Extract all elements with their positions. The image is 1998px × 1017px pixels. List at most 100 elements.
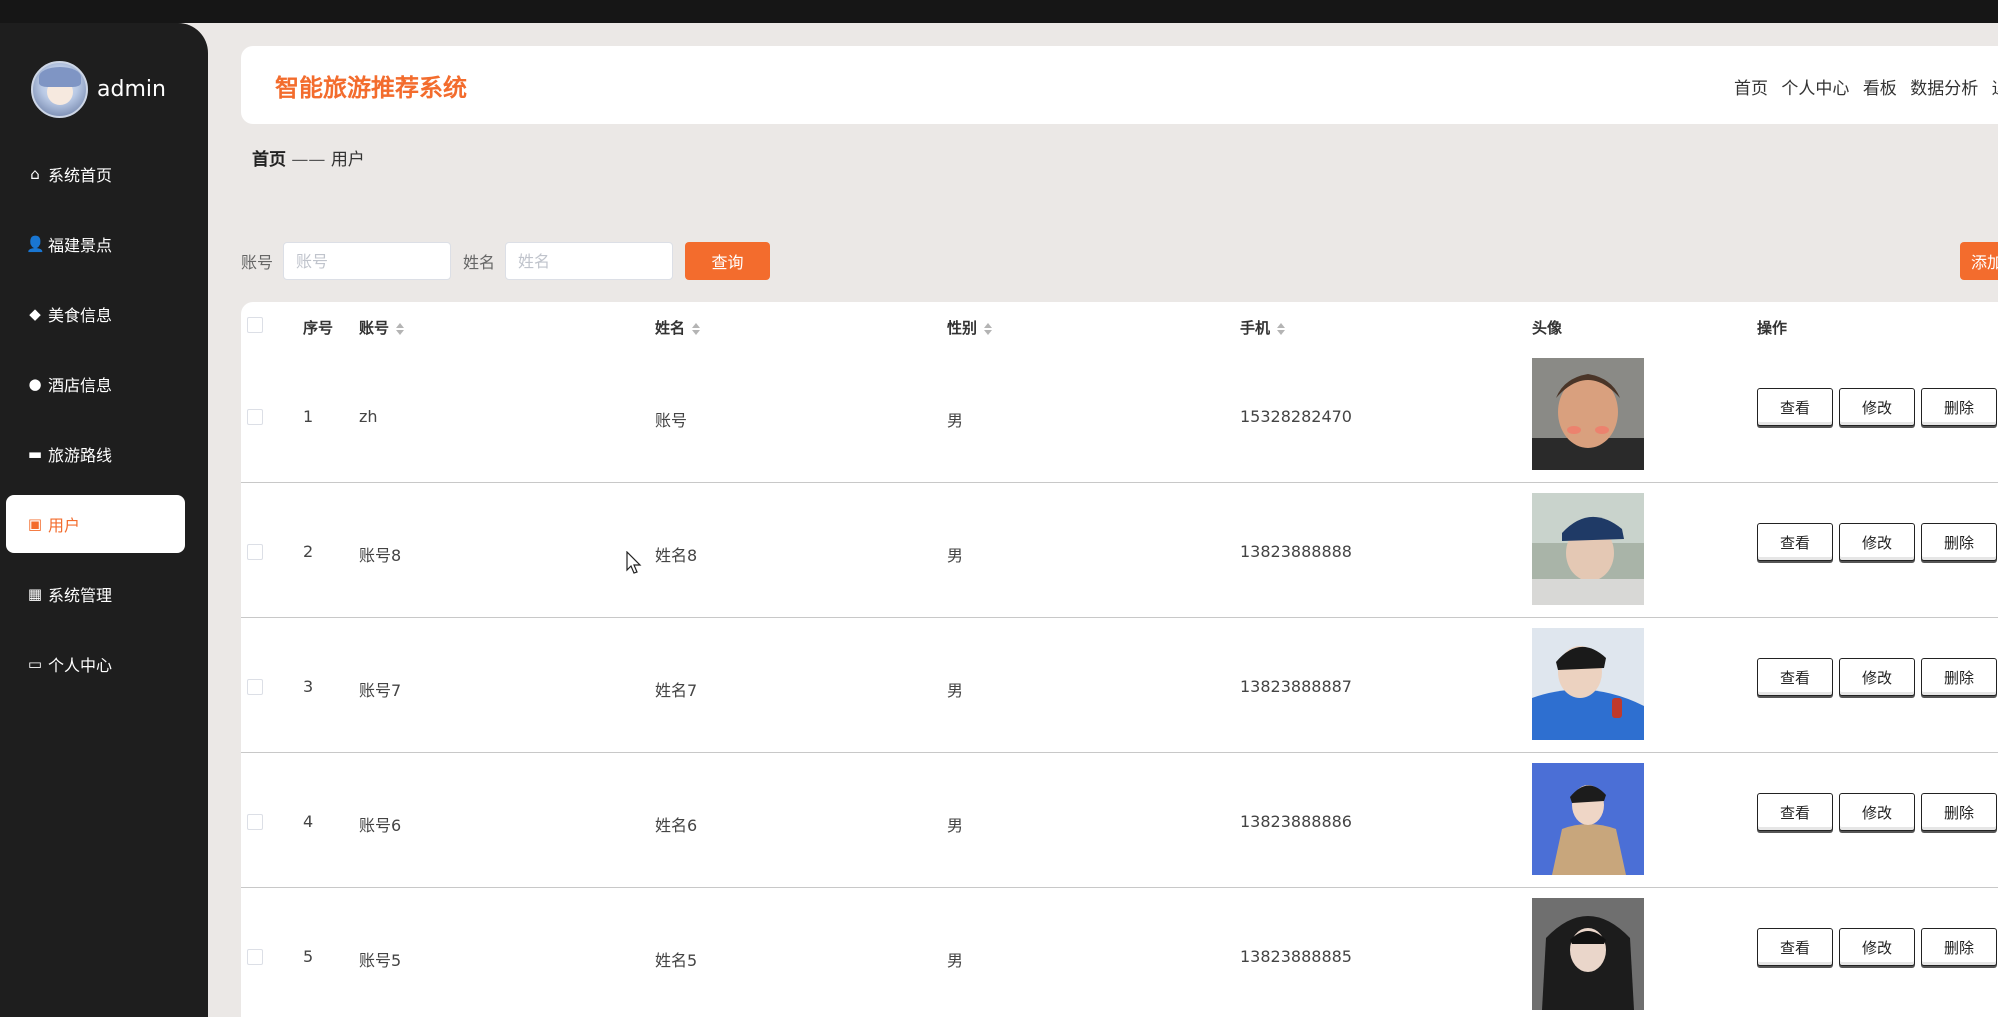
view-button[interactable]: 查看 <box>1757 388 1833 426</box>
sidebar-item-users[interactable]: ▣ 用户 <box>6 495 185 553</box>
sort-icon[interactable] <box>396 322 405 335</box>
username: admin <box>97 77 166 102</box>
top-header: 智能旅游推荐系统 首页 个人中心 看板 数据分析 退 <box>241 46 1998 124</box>
edit-button[interactable]: 修改 <box>1839 658 1915 696</box>
delete-button[interactable]: 删除 <box>1921 928 1997 966</box>
cell-phone: 15328282470 <box>1240 407 1352 426</box>
avatar[interactable] <box>31 61 88 118</box>
col-ops: 操作 <box>1757 319 1788 337</box>
breadcrumb-current: 用户 <box>330 150 365 170</box>
topnav-home[interactable]: 首页 <box>1734 79 1768 99</box>
sort-icon[interactable] <box>692 322 701 335</box>
topnav-logout[interactable]: 退 <box>1992 79 1998 99</box>
sidebar-menu: ⌂ 系统首页 👤 福建景点 ◆ 美食信息 ● 酒店信息 ▬ 旅游路线 ▣ 用户 … <box>0 145 208 705</box>
row-checkbox[interactable] <box>247 544 263 560</box>
row-checkbox[interactable] <box>247 679 263 695</box>
cell-gender: 男 <box>947 411 964 430</box>
name-search-input[interactable] <box>505 242 674 280</box>
user-table: 序号 账号 姓名 性别 手机 头像 操作 1 zh 账号 男 153282824… <box>241 302 1998 1017</box>
edit-button[interactable]: 修改 <box>1839 523 1915 561</box>
sort-icon[interactable] <box>984 322 993 335</box>
sidebar-item-attractions[interactable]: 👤 福建景点 <box>6 215 185 273</box>
col-avatar: 头像 <box>1532 319 1563 337</box>
delete-button[interactable]: 删除 <box>1921 793 1997 831</box>
account-label: 账号 <box>241 253 274 272</box>
breadcrumb-separator: —— <box>291 150 326 170</box>
cell-phone: 13823888886 <box>1240 812 1352 831</box>
col-name[interactable]: 姓名 <box>655 317 701 338</box>
sidebar-item-system[interactable]: ▦ 系统管理 <box>6 565 185 623</box>
table-row: 1 zh 账号 男 15328282470 查看 修改 删除 <box>241 348 1998 483</box>
user-avatar-photo[interactable] <box>1532 763 1644 875</box>
name-label: 姓名 <box>463 253 496 272</box>
cell-account: 账号5 <box>359 951 402 970</box>
sidebar-item-label: 福建景点 <box>48 236 113 255</box>
sort-icon[interactable] <box>1277 322 1286 335</box>
cell-account: 账号7 <box>359 681 402 700</box>
table-row: 5 账号5 姓名5 男 13823888885 查看 修改 删除 <box>241 888 1998 1017</box>
sidebar-item-label: 酒店信息 <box>48 376 113 395</box>
sidebar-item-routes[interactable]: ▬ 旅游路线 <box>6 425 185 483</box>
delete-button[interactable]: 删除 <box>1921 658 1997 696</box>
user-avatar-photo[interactable] <box>1532 628 1644 740</box>
view-button[interactable]: 查看 <box>1757 793 1833 831</box>
edit-button[interactable]: 修改 <box>1839 793 1915 831</box>
col-gender[interactable]: 性别 <box>947 317 993 338</box>
user-avatar-photo[interactable] <box>1532 493 1644 605</box>
sidebar-item-profile[interactable]: ▭ 个人中心 <box>6 635 185 693</box>
cell-index: 3 <box>303 677 314 696</box>
col-account-label: 账号 <box>359 319 390 337</box>
user-avatar-photo[interactable] <box>1532 358 1644 470</box>
cell-account: zh <box>359 407 378 426</box>
app-title: 智能旅游推荐系统 <box>275 74 467 102</box>
query-button[interactable]: 查询 <box>685 242 771 280</box>
cell-index: 5 <box>303 947 314 966</box>
sidebar-item-home[interactable]: ⌂ 系统首页 <box>6 145 185 203</box>
breadcrumb: 首页 —— 用户 <box>252 145 365 170</box>
edit-button[interactable]: 修改 <box>1839 388 1915 426</box>
cell-phone: 13823888885 <box>1240 947 1352 966</box>
row-checkbox[interactable] <box>247 814 263 830</box>
row-actions: 查看 修改 删除 <box>1757 928 1998 966</box>
cell-gender: 男 <box>947 681 964 700</box>
user-avatar-photo[interactable] <box>1532 898 1644 1010</box>
home-icon: ⌂ <box>30 165 40 183</box>
view-button[interactable]: 查看 <box>1757 523 1833 561</box>
cell-gender: 男 <box>947 951 964 970</box>
breadcrumb-home[interactable]: 首页 <box>252 150 286 170</box>
row-checkbox[interactable] <box>247 949 263 965</box>
cell-name: 姓名6 <box>655 816 698 835</box>
sidebar-item-label: 个人中心 <box>48 656 113 675</box>
row-actions: 查看 修改 删除 <box>1757 388 1998 426</box>
chart-icon: ▣ <box>27 515 43 533</box>
col-index: 序号 <box>303 319 334 337</box>
cell-gender: 男 <box>947 546 964 565</box>
delete-button[interactable]: 删除 <box>1921 523 1997 561</box>
edit-button[interactable]: 修改 <box>1839 928 1915 966</box>
col-account[interactable]: 账号 <box>359 317 405 338</box>
calendar-icon: ▭ <box>27 655 43 673</box>
topnav-analytics[interactable]: 数据分析 <box>1910 79 1978 99</box>
select-all-checkbox[interactable] <box>247 317 263 333</box>
table-row: 3 账号7 姓名7 男 13823888887 查看 修改 删除 <box>241 618 1998 753</box>
sidebar-item-hotels[interactable]: ● 酒店信息 <box>6 355 185 413</box>
sidebar-item-label: 旅游路线 <box>48 446 113 465</box>
row-actions: 查看 修改 删除 <box>1757 793 1998 831</box>
topnav-profile[interactable]: 个人中心 <box>1781 79 1849 99</box>
col-phone[interactable]: 手机 <box>1240 317 1286 338</box>
row-checkbox[interactable] <box>247 409 263 425</box>
sidebar-item-food[interactable]: ◆ 美食信息 <box>6 285 185 343</box>
add-button[interactable]: 添加 <box>1960 242 1998 280</box>
cell-phone: 13823888888 <box>1240 542 1352 561</box>
view-button[interactable]: 查看 <box>1757 928 1833 966</box>
topnav-dashboard[interactable]: 看板 <box>1863 79 1897 99</box>
cell-account: 账号8 <box>359 546 402 565</box>
delete-button[interactable]: 删除 <box>1921 388 1997 426</box>
col-name-label: 姓名 <box>655 319 686 337</box>
cell-account: 账号6 <box>359 816 402 835</box>
sidebar-item-label: 系统管理 <box>48 586 113 605</box>
location-icon: ● <box>28 375 42 393</box>
cell-name: 账号 <box>655 411 688 430</box>
view-button[interactable]: 查看 <box>1757 658 1833 696</box>
account-search-input[interactable] <box>283 242 452 280</box>
